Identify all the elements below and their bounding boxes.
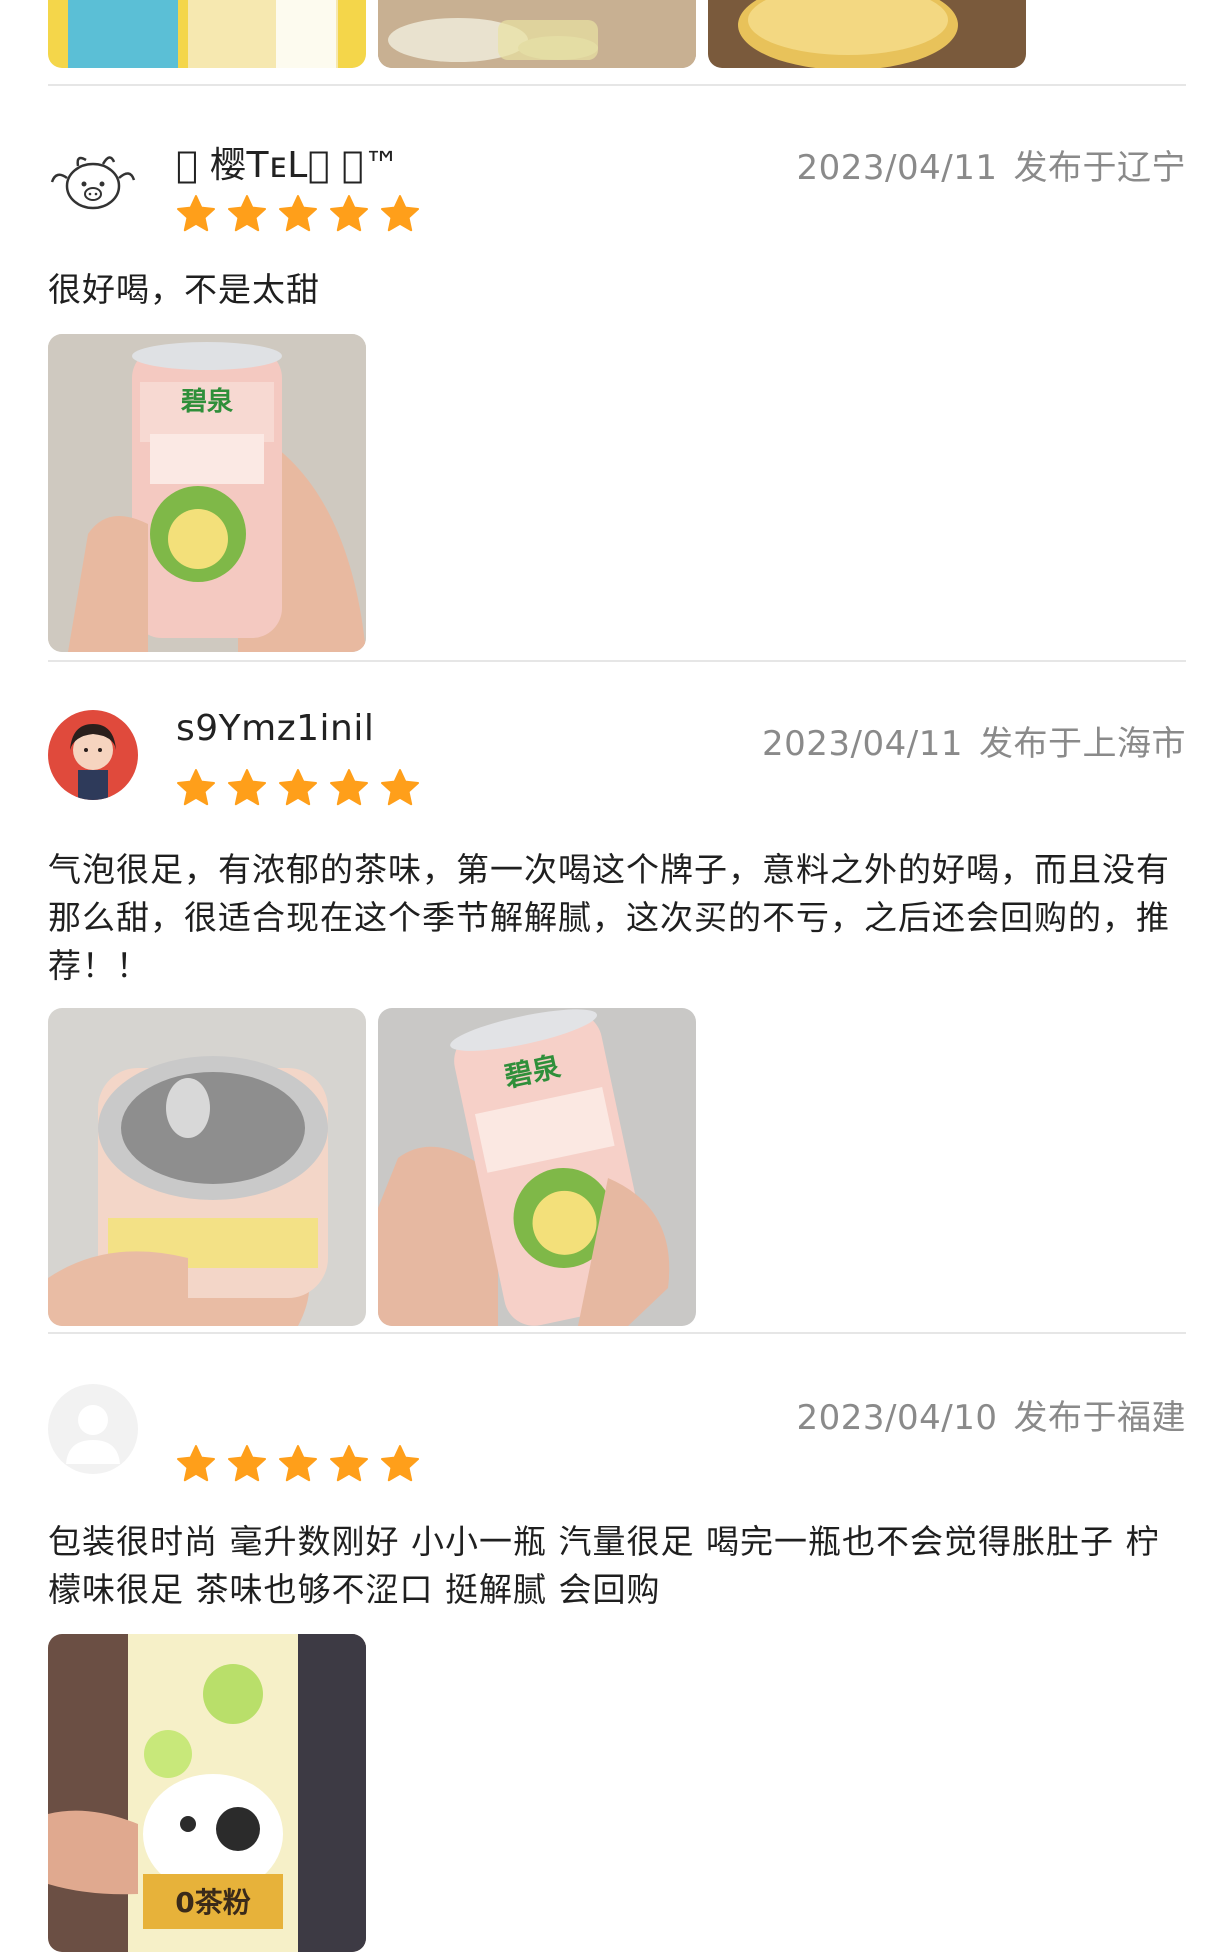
review-photo[interactable] — [378, 0, 696, 68]
review-location: 发布于辽宁 — [1013, 148, 1186, 188]
star-icon — [381, 195, 419, 232]
star-icon — [330, 769, 368, 806]
review-photos: 0茶粉 — [48, 1634, 366, 1952]
review-photo[interactable] — [48, 1008, 366, 1326]
review-photo[interactable]: 0茶粉 — [48, 1634, 366, 1952]
star-rating — [176, 194, 420, 234]
review-location: 发布于上海市 — [979, 724, 1186, 764]
review-photo[interactable] — [708, 0, 1026, 68]
star-icon — [228, 1445, 266, 1482]
star-rating — [176, 1444, 420, 1484]
review-date: 2023/04/11 — [762, 724, 963, 764]
star-icon — [177, 1445, 215, 1482]
svg-text:碧泉: 碧泉 — [180, 386, 234, 417]
star-icon — [228, 769, 266, 806]
star-icon — [177, 769, 215, 806]
review-date: 2023/04/11 — [796, 148, 998, 188]
review-photos: 碧泉 — [48, 334, 366, 652]
username[interactable]: s9Ymz1inil — [176, 708, 374, 749]
star-rating — [176, 768, 420, 808]
review-photos: 碧泉 — [48, 1008, 696, 1326]
user-avatar[interactable] — [48, 710, 138, 800]
review-meta: 2023/04/11 发布于上海市 — [762, 716, 1186, 765]
star-icon — [279, 195, 317, 232]
svg-text:0茶粉: 0茶粉 — [175, 1886, 250, 1919]
reviews-page:  樱TᴇL ™ 2023/04/11 发布于辽宁 很好喝，不是太甜 碧泉 — [0, 0, 1220, 1953]
review-meta: 2023/04/11 发布于辽宁 — [797, 140, 1186, 189]
review-text: 包装很时尚 毫升数刚好 小小一瓶 汽量很足 喝完一瓶也不会觉得胀肚子 柠檬味很足… — [48, 1522, 1160, 1609]
star-icon — [279, 769, 317, 806]
star-icon — [228, 195, 266, 232]
star-icon — [381, 769, 419, 806]
star-icon — [330, 195, 368, 232]
user-avatar[interactable] — [48, 1384, 138, 1474]
review-date: 2023/04/10 — [796, 1398, 998, 1438]
user-avatar[interactable] — [48, 138, 138, 228]
review-meta: 2023/04/10 发布于福建 — [797, 1390, 1186, 1439]
review-text: 气泡很足，有浓郁的茶味，第一次喝这个牌子，意料之外的好喝，而且没有那么甜，很适合… — [48, 850, 1170, 985]
review-card:  樱TᴇL ™ 2023/04/11 发布于辽宁 很好喝，不是太甜 碧泉 — [48, 84, 1186, 660]
review-photo[interactable] — [48, 0, 366, 68]
previous-review-photos — [48, 0, 1026, 74]
review-card: s9Ymz1inil 2023/04/11 发布于上海市 气泡很足，有浓郁的茶味，… — [48, 660, 1186, 1332]
review-text: 很好喝，不是太甜 — [48, 270, 320, 309]
review-photo[interactable]: 碧泉 — [48, 334, 366, 652]
star-icon — [177, 195, 215, 232]
review-photo[interactable]: 碧泉 — [378, 1008, 696, 1326]
star-icon — [381, 1445, 419, 1482]
review-location: 发布于福建 — [1013, 1398, 1186, 1438]
star-icon — [330, 1445, 368, 1482]
username[interactable]:  樱TᴇL ™ — [176, 136, 400, 188]
review-card: 2023/04/10 发布于福建 包装很时尚 毫升数刚好 小小一瓶 汽量很足 喝完… — [48, 1332, 1186, 1953]
star-icon — [279, 1445, 317, 1482]
